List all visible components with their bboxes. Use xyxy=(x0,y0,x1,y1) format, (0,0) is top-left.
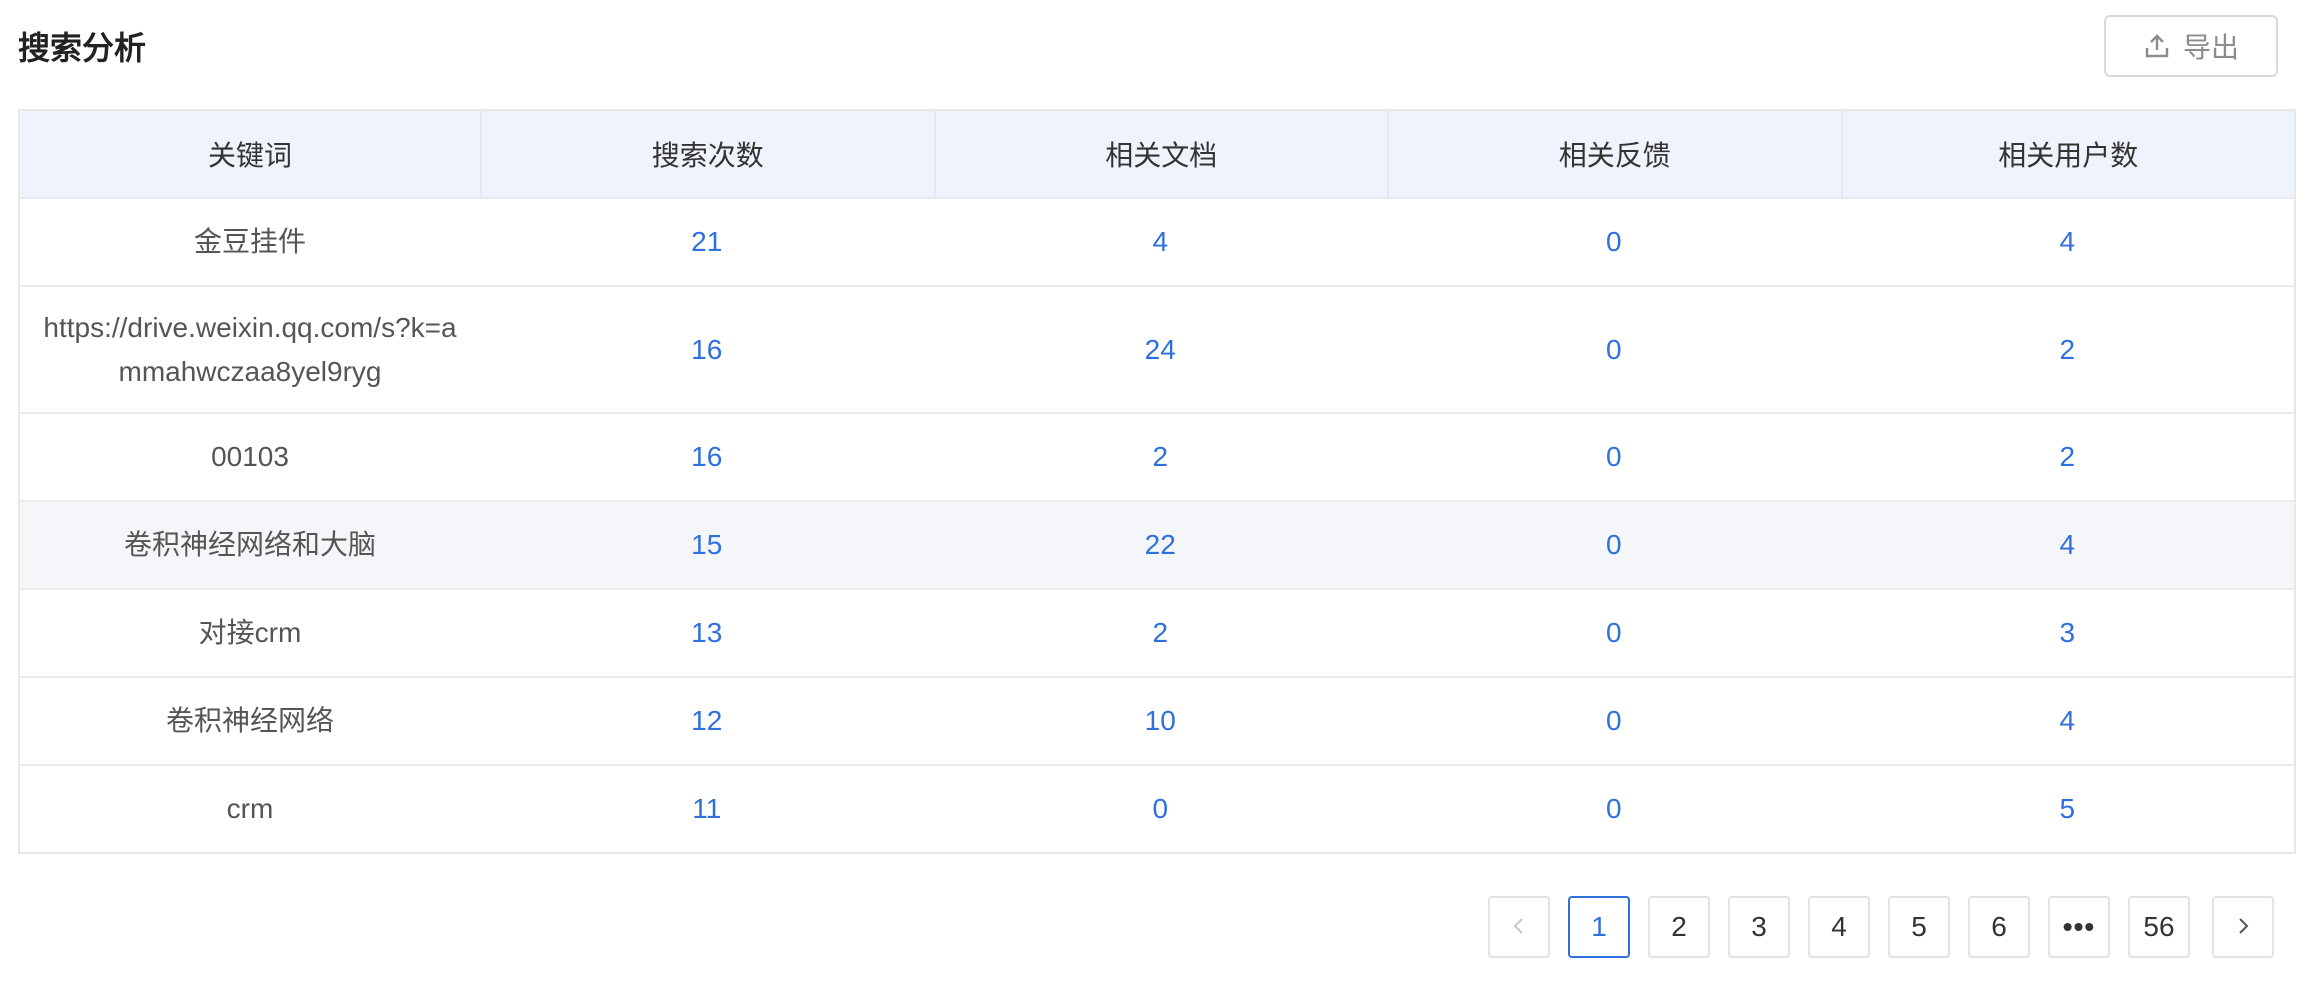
related-feedback-link[interactable]: 0 xyxy=(1387,414,1841,500)
table-row: 卷积神经网络 12 10 0 4 xyxy=(20,678,2294,766)
search-count-link[interactable]: 13 xyxy=(480,590,934,676)
keyword-cell: 卷积神经网络 xyxy=(165,705,334,736)
search-count-link[interactable]: 16 xyxy=(480,414,934,500)
related-feedback-link[interactable]: 0 xyxy=(1387,287,1841,412)
search-table: 关键词 搜索次数 相关文档 相关反馈 相关用户数 金豆挂件 21 4 0 4 h… xyxy=(18,109,2296,854)
page-button-4[interactable]: 4 xyxy=(1808,896,1870,958)
page-button-2[interactable]: 2 xyxy=(1648,896,1710,958)
page-button-3[interactable]: 3 xyxy=(1728,896,1790,958)
search-count-link[interactable]: 15 xyxy=(480,502,934,588)
related-docs-link[interactable]: 24 xyxy=(934,287,1388,412)
page-button-1[interactable]: 1 xyxy=(1568,896,1630,958)
related-feedback-link[interactable]: 0 xyxy=(1387,502,1841,588)
related-users-link[interactable]: 4 xyxy=(1841,678,2295,764)
search-analytics-page: 搜索分析 导出 关键词 搜索次数 相关文档 相关反馈 相关用户数 金豆挂件 21… xyxy=(0,0,2312,990)
table-row: 卷积神经网络和大脑 15 22 0 4 xyxy=(20,502,2294,590)
next-page-button[interactable] xyxy=(2212,896,2274,958)
related-docs-link[interactable]: 10 xyxy=(934,678,1388,764)
export-button[interactable]: 导出 xyxy=(2104,15,2278,77)
column-header-related-feedback[interactable]: 相关反馈 xyxy=(1389,111,1843,197)
table-row: 金豆挂件 21 4 0 4 xyxy=(20,199,2294,287)
page-button-5[interactable]: 5 xyxy=(1888,896,1950,958)
related-docs-link[interactable]: 22 xyxy=(934,502,1388,588)
related-users-link[interactable]: 2 xyxy=(1841,414,2295,500)
related-docs-link[interactable]: 2 xyxy=(934,414,1388,500)
upload-icon xyxy=(2143,32,2171,60)
related-users-link[interactable]: 3 xyxy=(1841,590,2295,676)
search-count-link[interactable]: 11 xyxy=(480,766,934,852)
keyword-cell: crm xyxy=(226,793,274,824)
chevron-right-icon xyxy=(2233,911,2253,943)
export-label: 导出 xyxy=(2182,32,2239,63)
related-users-link[interactable]: 4 xyxy=(1841,199,2295,285)
column-header-related-docs[interactable]: 相关文档 xyxy=(936,111,1389,197)
column-header-related-users[interactable]: 相关用户数 xyxy=(1843,111,2295,197)
page-button-last[interactable]: 56 xyxy=(2128,896,2190,958)
column-header-keyword[interactable]: 关键词 xyxy=(20,111,482,197)
search-count-link[interactable]: 12 xyxy=(480,678,934,764)
related-users-link[interactable]: 4 xyxy=(1841,502,2295,588)
chevron-left-icon xyxy=(1509,911,1529,943)
column-header-search-count[interactable]: 搜索次数 xyxy=(482,111,936,197)
table-header: 关键词 搜索次数 相关文档 相关反馈 相关用户数 xyxy=(20,111,2294,199)
page-ellipsis-button[interactable]: ••• xyxy=(2048,896,2110,958)
keyword-cell: 对接crm xyxy=(198,617,302,648)
pagination: 1 2 3 4 5 6 ••• 56 xyxy=(1488,896,2274,958)
related-docs-link[interactable]: 2 xyxy=(934,590,1388,676)
keyword-cell: 金豆挂件 xyxy=(193,226,306,257)
related-docs-link[interactable]: 0 xyxy=(934,766,1388,852)
table-row: 00103 16 2 0 2 xyxy=(20,414,2294,502)
related-feedback-link[interactable]: 0 xyxy=(1387,590,1841,676)
keyword-cell: 00103 xyxy=(211,441,289,472)
related-users-link[interactable]: 2 xyxy=(1841,287,2295,412)
related-feedback-link[interactable]: 0 xyxy=(1387,678,1841,764)
related-docs-link[interactable]: 4 xyxy=(934,199,1388,285)
search-count-link[interactable]: 16 xyxy=(480,287,934,412)
prev-page-button[interactable] xyxy=(1488,896,1550,958)
keyword-cell: 卷积神经网络和大脑 xyxy=(123,529,376,560)
page-button-6[interactable]: 6 xyxy=(1968,896,2030,958)
related-feedback-link[interactable]: 0 xyxy=(1387,199,1841,285)
related-users-link[interactable]: 5 xyxy=(1841,766,2295,852)
keyword-cell: https://drive.weixin.qq.com/s?k=ammahwcz… xyxy=(43,311,457,387)
related-feedback-link[interactable]: 0 xyxy=(1387,766,1841,852)
table-row: https://drive.weixin.qq.com/s?k=ammahwcz… xyxy=(20,287,2294,414)
table-row: crm 11 0 0 5 xyxy=(20,766,2294,852)
search-count-link[interactable]: 21 xyxy=(480,199,934,285)
table-row: 对接crm 13 2 0 3 xyxy=(20,590,2294,678)
page-title: 搜索分析 xyxy=(18,30,147,66)
